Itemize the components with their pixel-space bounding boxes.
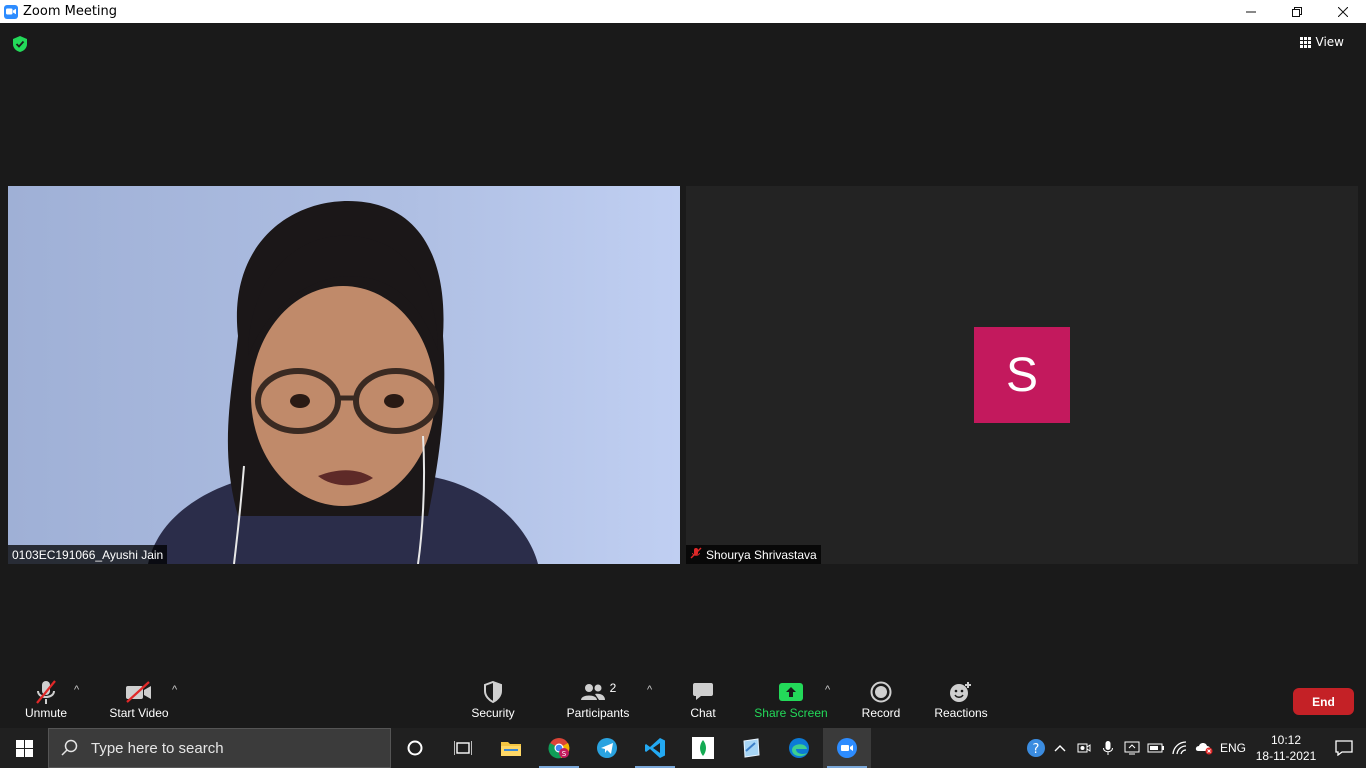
video-options-caret-icon[interactable]: ^ — [172, 684, 177, 696]
participants-icon: 2 — [580, 678, 617, 706]
participant-avatar: S — [974, 327, 1070, 423]
zoom-taskbar-icon[interactable] — [823, 728, 871, 768]
reactions-button[interactable]: Reactions — [932, 652, 990, 728]
participant-video-tile[interactable]: 0103EC191066_Ayushi Jain — [8, 186, 680, 564]
webcam-icon[interactable] — [1072, 728, 1096, 768]
record-label: Record — [861, 706, 901, 720]
encryption-shield-icon[interactable] — [11, 35, 29, 53]
participant-video-feed — [8, 186, 680, 564]
window-title: Zoom Meeting — [23, 4, 118, 19]
svg-text:S: S — [562, 750, 567, 758]
participant-name: 0103EC191066_Ayushi Jain — [12, 547, 164, 562]
audio-options-caret-icon[interactable]: ^ — [74, 684, 79, 696]
microphone-icon[interactable] — [1096, 728, 1120, 768]
muted-mic-icon — [34, 678, 58, 706]
share-screen-icon — [779, 678, 803, 706]
security-button[interactable]: Security — [468, 652, 518, 728]
chat-bubble-icon — [692, 678, 714, 706]
security-label: Security — [471, 706, 515, 720]
mongodb-compass-icon[interactable] — [679, 728, 727, 768]
restore-button[interactable] — [1274, 0, 1320, 23]
view-button[interactable]: View — [1299, 35, 1344, 49]
taskbar-search-box[interactable]: Type here to search — [48, 728, 391, 768]
windows-start-button[interactable] — [0, 728, 48, 768]
chat-label: Chat — [690, 706, 716, 720]
clock-time: 10:12 — [1270, 733, 1302, 747]
participants-count: 2 — [609, 681, 617, 695]
participants-button[interactable]: 2 Participants — [564, 652, 632, 728]
windows-taskbar: Type here to search S ? ENG 10:12 18-11-… — [0, 728, 1366, 768]
vscode-icon[interactable] — [631, 728, 679, 768]
chat-button[interactable]: Chat — [684, 652, 722, 728]
record-icon — [870, 678, 892, 706]
meeting-toolbar: Unmute ^ Start Video ^ Security 2 Partic… — [0, 652, 1366, 728]
share-screen-button[interactable]: Share Screen — [754, 652, 828, 728]
screen-share-tray-icon[interactable] — [1120, 728, 1144, 768]
file-explorer-icon[interactable] — [487, 728, 535, 768]
participants-label: Participants — [566, 706, 630, 720]
unmute-button[interactable]: Unmute — [22, 652, 70, 728]
help-icon[interactable]: ? — [1024, 728, 1048, 768]
edge-icon[interactable] — [775, 728, 823, 768]
share-screen-label: Share Screen — [754, 706, 828, 720]
unmute-label: Unmute — [24, 706, 68, 720]
cortana-icon[interactable] — [391, 728, 439, 768]
close-button[interactable] — [1320, 0, 1366, 23]
search-placeholder: Type here to search — [91, 739, 224, 757]
show-hidden-icons-chevron-icon[interactable] — [1048, 728, 1072, 768]
clock-date: 18-11-2021 — [1255, 749, 1317, 763]
windows-logo-icon — [15, 739, 33, 757]
onedrive-sync-error-icon[interactable] — [1192, 728, 1216, 768]
end-meeting-button[interactable]: End — [1293, 688, 1354, 715]
svg-text:?: ? — [1033, 742, 1040, 757]
record-button[interactable]: Record — [858, 652, 904, 728]
zoom-app-icon — [4, 4, 18, 19]
participant-name-tag: Shourya Shrivastava — [686, 545, 821, 564]
taskbar-clock[interactable]: 10:12 18-11-2021 — [1250, 732, 1322, 764]
start-video-label: Start Video — [109, 706, 169, 720]
participant-avatar-tile[interactable]: S Shourya Shrivastava — [686, 186, 1358, 564]
participants-options-caret-icon[interactable]: ^ — [647, 684, 652, 696]
reactions-label: Reactions — [934, 706, 988, 720]
muted-mic-icon — [690, 547, 702, 562]
participant-name: Shourya Shrivastava — [706, 547, 817, 562]
language-indicator[interactable]: ENG — [1216, 728, 1250, 768]
minimize-button[interactable] — [1228, 0, 1274, 23]
participant-name-tag: 0103EC191066_Ayushi Jain — [8, 545, 168, 564]
task-view-icon[interactable] — [439, 728, 487, 768]
start-video-button[interactable]: Start Video — [106, 652, 172, 728]
window-titlebar: Zoom Meeting — [0, 0, 1366, 23]
grid-view-icon — [1299, 36, 1311, 48]
battery-icon[interactable] — [1144, 728, 1168, 768]
chrome-icon[interactable]: S — [535, 728, 583, 768]
share-options-caret-icon[interactable]: ^ — [825, 684, 830, 696]
notifications-icon[interactable] — [1322, 728, 1366, 768]
system-tray: ? ENG 10:12 18-11-2021 — [1024, 728, 1366, 768]
wifi-icon[interactable] — [1168, 728, 1192, 768]
search-icon — [61, 739, 78, 756]
reactions-smiley-icon — [949, 678, 973, 706]
video-off-icon — [125, 678, 153, 706]
notes-app-icon[interactable] — [727, 728, 775, 768]
view-button-label: View — [1315, 35, 1344, 49]
telegram-icon[interactable] — [583, 728, 631, 768]
security-shield-icon — [483, 678, 503, 706]
meeting-area: View 0103EC191066_Ayushi Jain S Shourya … — [0, 23, 1366, 728]
